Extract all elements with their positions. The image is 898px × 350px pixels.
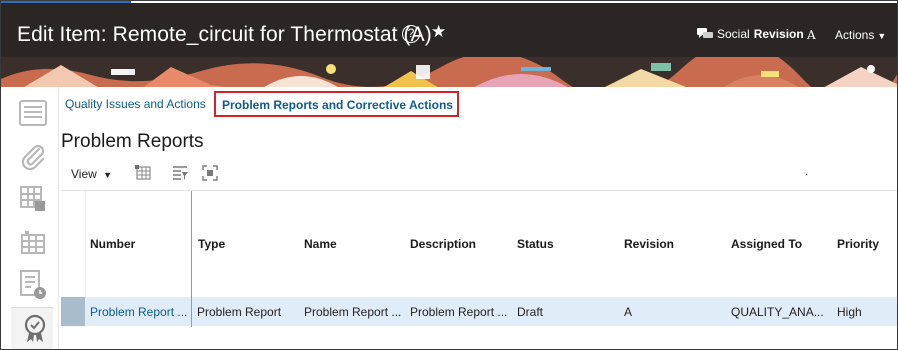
app-window: Edit Item: Remote_circuit for Thermostat… bbox=[0, 0, 898, 350]
tab-quality-issues[interactable]: Quality Issues and Actions bbox=[65, 97, 206, 111]
column-header-status[interactable]: Status bbox=[517, 237, 554, 251]
actions-label: Actions bbox=[835, 28, 875, 42]
favorite-star-icon[interactable]: ★ bbox=[431, 22, 446, 42]
attachment-icon[interactable] bbox=[19, 143, 47, 171]
chevron-down-icon: ▼ bbox=[877, 31, 887, 41]
revision-label: Revision bbox=[753, 27, 804, 41]
filter-table-icon[interactable] bbox=[171, 164, 189, 182]
cell-revision: A bbox=[624, 305, 633, 319]
cell-priority: High bbox=[837, 305, 862, 319]
cell-type: Problem Report bbox=[197, 305, 282, 319]
row-selector[interactable] bbox=[61, 297, 85, 326]
freeze-columns-icon[interactable] bbox=[134, 164, 152, 182]
list-icon[interactable] bbox=[19, 99, 47, 127]
status-dot: . bbox=[805, 164, 809, 178]
revision-value: A bbox=[807, 28, 816, 42]
grid-settings-icon[interactable] bbox=[19, 185, 47, 213]
column-header-type[interactable]: Type bbox=[198, 237, 225, 251]
table-top-border bbox=[61, 190, 897, 191]
report-clock-icon[interactable] bbox=[19, 270, 47, 299]
actions-menu-button[interactable]: Actions ▼ bbox=[835, 28, 886, 42]
column-header-assigned-to[interactable]: Assigned To bbox=[731, 237, 802, 251]
column-header-number[interactable]: Number bbox=[90, 237, 135, 251]
building-icon[interactable] bbox=[19, 229, 47, 257]
tab-problem-reports-highlight[interactable]: Problem Reports and Corrective Actions bbox=[214, 91, 459, 117]
tab-problem-reports[interactable]: Problem Reports and Corrective Actions bbox=[222, 98, 453, 112]
chat-bubbles-icon bbox=[697, 28, 713, 38]
column-header-priority[interactable]: Priority bbox=[837, 237, 879, 251]
social-button[interactable]: Social Revision bbox=[697, 27, 804, 41]
selector-column-divider bbox=[85, 191, 86, 297]
help-icon[interactable]: ? bbox=[402, 25, 420, 43]
quality-badge-icon[interactable] bbox=[21, 314, 49, 343]
cell-description: Problem Report ... bbox=[410, 305, 508, 319]
page-header: Edit Item: Remote_circuit for Thermostat… bbox=[1, 3, 897, 87]
cell-number-link[interactable]: Problem Report ... bbox=[90, 305, 190, 319]
chevron-down-icon: ▼ bbox=[103, 170, 113, 180]
column-header-description[interactable]: Description bbox=[410, 237, 476, 251]
cell-name: Problem Report ... bbox=[304, 305, 402, 319]
view-label: View bbox=[71, 167, 97, 181]
column-header-name[interactable]: Name bbox=[304, 237, 337, 251]
cell-assigned-to: QUALITY_ANA... bbox=[731, 305, 824, 319]
section-title: Problem Reports bbox=[61, 131, 204, 152]
frozen-column-divider bbox=[191, 191, 192, 327]
social-label: Social bbox=[717, 27, 750, 41]
page-title: Edit Item: Remote_circuit for Thermostat… bbox=[17, 23, 432, 46]
decorative-banner bbox=[1, 57, 897, 87]
detach-table-icon[interactable] bbox=[201, 164, 219, 182]
view-menu-button[interactable]: View ▼ bbox=[71, 167, 112, 181]
column-header-revision[interactable]: Revision bbox=[624, 237, 674, 251]
cell-status: Draft bbox=[517, 305, 544, 319]
